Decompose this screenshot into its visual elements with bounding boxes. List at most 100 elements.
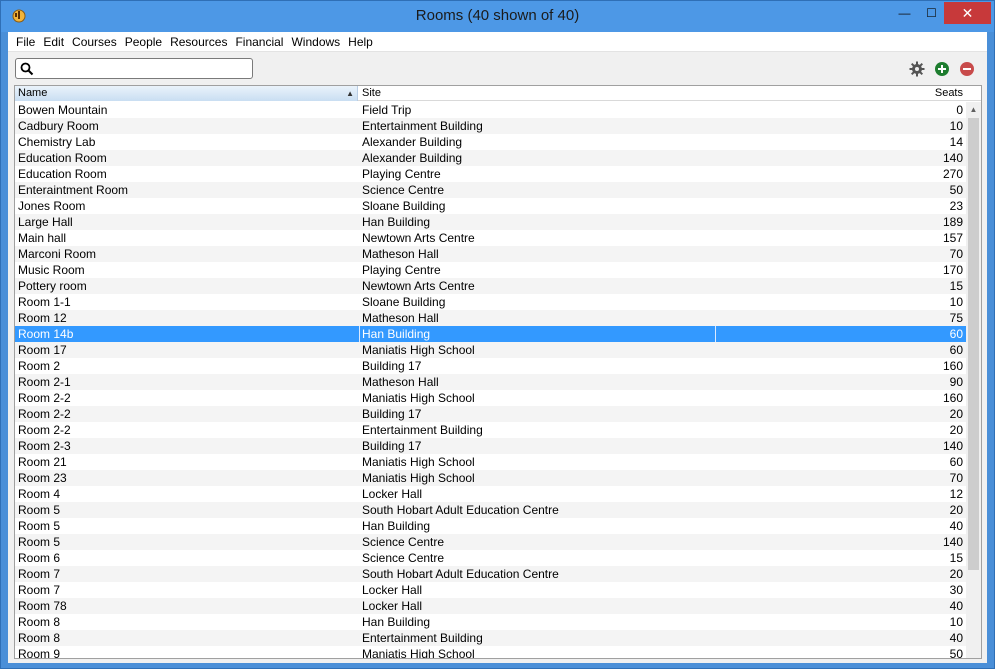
site-cell: Entertainment Building [362,119,483,133]
table-row[interactable]: Room 7 Locker Hall 30 [15,582,966,598]
table-row[interactable]: Jones Room Sloane Building 23 [15,198,966,214]
seats-cell: 50 [949,647,963,659]
room-name-cell: Room 7 [18,583,61,597]
table-row[interactable]: Room 2-2 Entertainment Building 20 [15,422,966,438]
site-cell: Building 17 [362,359,422,373]
room-name-cell: Marconi Room [18,247,97,261]
gear-icon[interactable] [909,61,925,77]
column-header-site[interactable]: Site [359,86,714,101]
table-row[interactable]: Room 8 Han Building 10 [15,614,966,630]
sort-ascending-icon: ▲ [346,89,354,98]
table-row[interactable]: Room 4 Locker Hall 12 [15,486,966,502]
seats-cell: 20 [949,407,963,421]
table-header: Name ▲ Site Seats [15,86,981,101]
seats-cell: 40 [949,519,963,533]
table-row[interactable]: Main hall Newtown Arts Centre 157 [15,230,966,246]
seats-cell: 60 [949,455,963,469]
site-cell: Maniatis High School [362,647,475,659]
menu-edit[interactable]: Edit [39,32,68,52]
table-row[interactable]: Room 6 Science Centre 15 [15,550,966,566]
table-row[interactable]: Enteraintment Room Science Centre 50 [15,182,966,198]
close-button[interactable]: ✕ [944,2,991,24]
table-row[interactable]: Room 2-3 Building 17 140 [15,438,966,454]
table-row[interactable]: Cadbury Room Entertainment Building 10 [15,118,966,134]
table-row[interactable]: Room 9 Maniatis High School 50 [15,646,966,659]
column-header-name[interactable]: Name ▲ [15,86,358,101]
window-title: Rooms (40 shown of 40) [415,7,580,24]
site-cell: Newtown Arts Centre [362,231,475,245]
table-body: Bowen Mountain Field Trip 0 Cadbury Room Ent… [15,102,966,659]
rooms-window: Rooms (40 shown of 40) — ☐ ✕ File Edit C… [0,0,995,669]
menu-financial[interactable]: Financial [231,32,287,52]
seats-cell: 14 [949,135,963,149]
menu-people[interactable]: People [121,32,166,52]
menu-help[interactable]: Help [344,32,377,52]
table-row[interactable]: Room 8 Entertainment Building 40 [15,630,966,646]
table-row[interactable]: Room 17 Maniatis High School 60 [15,342,966,358]
menu-windows[interactable]: Windows [287,32,344,52]
seats-cell: 160 [942,359,963,373]
room-name-cell: Room 78 [18,599,67,613]
table-row[interactable]: Marconi Room Matheson Hall 70 [15,246,966,262]
table-row[interactable]: Pottery room Newtown Arts Centre 15 [15,278,966,294]
room-name-cell: Education Room [18,167,107,181]
maximize-button[interactable]: ☐ [918,2,945,24]
table-row[interactable]: Room 78 Locker Hall 40 [15,598,966,614]
table-row[interactable]: Room 2-1 Matheson Hall 90 [15,374,966,390]
seats-cell: 23 [949,199,963,213]
table-row[interactable]: Large Hall Han Building 189 [15,214,966,230]
seats-cell: 15 [949,279,963,293]
table-row[interactable]: Room 21 Maniatis High School 60 [15,454,966,470]
menu-file[interactable]: File [12,32,39,52]
table-row[interactable]: Room 14b Han Building 60 [15,326,966,342]
seats-cell: 90 [949,375,963,389]
room-name-cell: Room 8 [18,615,61,629]
table-row[interactable]: Room 5 Science Centre 140 [15,534,966,550]
rooms-table: Name ▲ Site Seats Bowen Mountain Field Tr… [14,85,982,659]
add-icon[interactable] [934,61,950,77]
seats-cell: 140 [942,535,963,549]
site-cell: Entertainment Building [362,423,483,437]
table-row[interactable]: Room 2-2 Maniatis High School 160 [15,390,966,406]
room-name-cell: Room 4 [18,487,61,501]
table-row[interactable]: Room 5 Han Building 40 [15,518,966,534]
site-cell: Building 17 [362,439,422,453]
site-cell: Sloane Building [362,199,446,213]
table-row[interactable]: Room 23 Maniatis High School 70 [15,470,966,486]
table-row[interactable]: Music Room Playing Centre 170 [15,262,966,278]
table-row[interactable]: Chemistry Lab Alexander Building 14 [15,134,966,150]
room-name-cell: Room 12 [18,311,67,325]
column-header-seats[interactable]: Seats [715,86,966,101]
room-name-cell: Pottery room [18,279,87,293]
title-bar[interactable]: Rooms (40 shown of 40) — ☐ ✕ [1,1,994,32]
seats-cell: 140 [942,151,963,165]
room-name-cell: Room 8 [18,631,61,645]
table-row[interactable]: Room 5 South Hobart Adult Education Centr… [15,502,966,518]
table-row[interactable]: Room 2-2 Building 17 20 [15,406,966,422]
site-cell: Science Centre [362,551,445,565]
vertical-scrollbar[interactable]: ▲ [966,102,981,658]
table-row[interactable]: Bowen Mountain Field Trip 0 [15,102,966,118]
seats-cell: 20 [949,423,963,437]
table-row[interactable]: Education Room Alexander Building 140 [15,150,966,166]
scrollbar-thumb[interactable] [968,118,979,570]
table-row[interactable]: Room 2 Building 17 160 [15,358,966,374]
search-input[interactable] [34,60,252,77]
search-box[interactable] [15,58,253,79]
site-cell: Alexander Building [362,135,463,149]
menu-courses[interactable]: Courses [68,32,121,52]
room-name-cell: Chemistry Lab [18,135,96,149]
room-name-cell: Room 6 [18,551,61,565]
table-row[interactable]: Room 12 Matheson Hall 75 [15,310,966,326]
room-name-cell: Room 2-2 [18,423,71,437]
table-row[interactable]: Education Room Playing Centre 270 [15,166,966,182]
remove-icon[interactable] [959,61,975,77]
table-row[interactable]: Room 7 South Hobart Adult Education Centr… [15,566,966,582]
menu-resources[interactable]: Resources [166,32,231,52]
room-name-cell: Bowen Mountain [18,103,108,117]
minimize-button[interactable]: — [891,2,918,24]
seats-cell: 30 [949,583,963,597]
site-cell: Han Building [362,615,431,629]
table-row[interactable]: Room 1-1 Sloane Building 10 [15,294,966,310]
scroll-up-arrow-icon[interactable]: ▲ [966,102,981,117]
